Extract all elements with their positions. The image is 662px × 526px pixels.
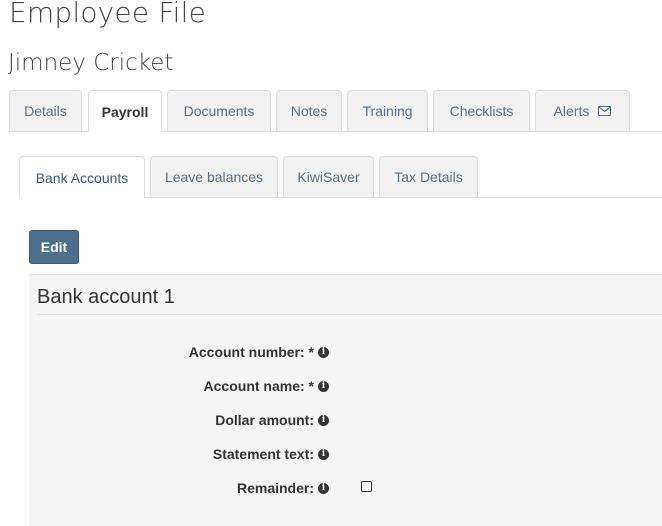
divider <box>37 314 662 315</box>
field-label: Account name: * <box>203 378 314 394</box>
tab-payroll[interactable]: Payroll <box>88 90 162 132</box>
employee-name: Jimney Cricket <box>8 50 174 76</box>
info-icon[interactable]: i <box>318 482 329 494</box>
info-icon[interactable]: i <box>318 448 329 460</box>
main-tab-bar: Details Payroll Documents Notes Training… <box>9 90 662 132</box>
tab-label: Payroll <box>101 103 149 120</box>
tab-label: Documents <box>183 103 255 119</box>
info-icon[interactable]: i <box>318 380 329 392</box>
tab-details[interactable]: Details <box>9 90 82 131</box>
field-label: Statement text: <box>212 446 314 462</box>
envelope-icon <box>598 106 612 116</box>
page-title: Employee File <box>9 0 207 29</box>
field-label: Remainder: <box>236 480 314 496</box>
tab-label: Alerts <box>553 103 590 119</box>
tab-documents[interactable]: Documents <box>167 90 271 131</box>
tab-label: KiwiSaver <box>297 169 360 185</box>
bank-account-panel: Bank account 1 Account number: * i Accou… <box>29 274 662 526</box>
field-label: Dollar amount: <box>215 412 314 428</box>
field-account-name: Account name: * i <box>204 376 329 396</box>
tab-notes[interactable]: Notes <box>276 90 342 131</box>
subtab-kiwisaver[interactable]: KiwiSaver <box>283 156 374 197</box>
info-icon[interactable]: i <box>318 414 329 426</box>
field-label: Account number: * <box>188 344 314 360</box>
field-dollar-amount: Dollar amount: i <box>215 410 329 430</box>
edit-button[interactable]: Edit <box>29 230 79 264</box>
sub-tab-bar: Bank Accounts Leave balances KiwiSaver T… <box>19 156 662 198</box>
tab-alerts[interactable]: Alerts <box>535 90 630 131</box>
tab-checklists[interactable]: Checklists <box>433 90 530 131</box>
subtab-leave-balances[interactable]: Leave balances <box>150 156 278 197</box>
subtab-bank-accounts[interactable]: Bank Accounts <box>19 156 145 198</box>
info-icon[interactable]: i <box>318 346 329 358</box>
tab-label: Checklists <box>449 103 514 119</box>
tab-label: Training <box>362 103 413 119</box>
remainder-checkbox[interactable] <box>361 481 372 492</box>
tab-label: Leave balances <box>164 169 264 185</box>
field-remainder: Remainder: i <box>237 478 329 498</box>
tab-label: Details <box>24 103 67 119</box>
bank-account-title: Bank account 1 <box>37 286 175 308</box>
tab-label: Notes <box>290 103 328 119</box>
field-statement-text: Statement text: i <box>213 444 329 464</box>
subtab-tax-details[interactable]: Tax Details <box>379 156 478 197</box>
tab-training[interactable]: Training <box>347 90 428 131</box>
tab-label: Tax Details <box>394 169 463 185</box>
tab-label: Bank Accounts <box>35 169 129 186</box>
field-account-number: Account number: * i <box>189 342 329 362</box>
